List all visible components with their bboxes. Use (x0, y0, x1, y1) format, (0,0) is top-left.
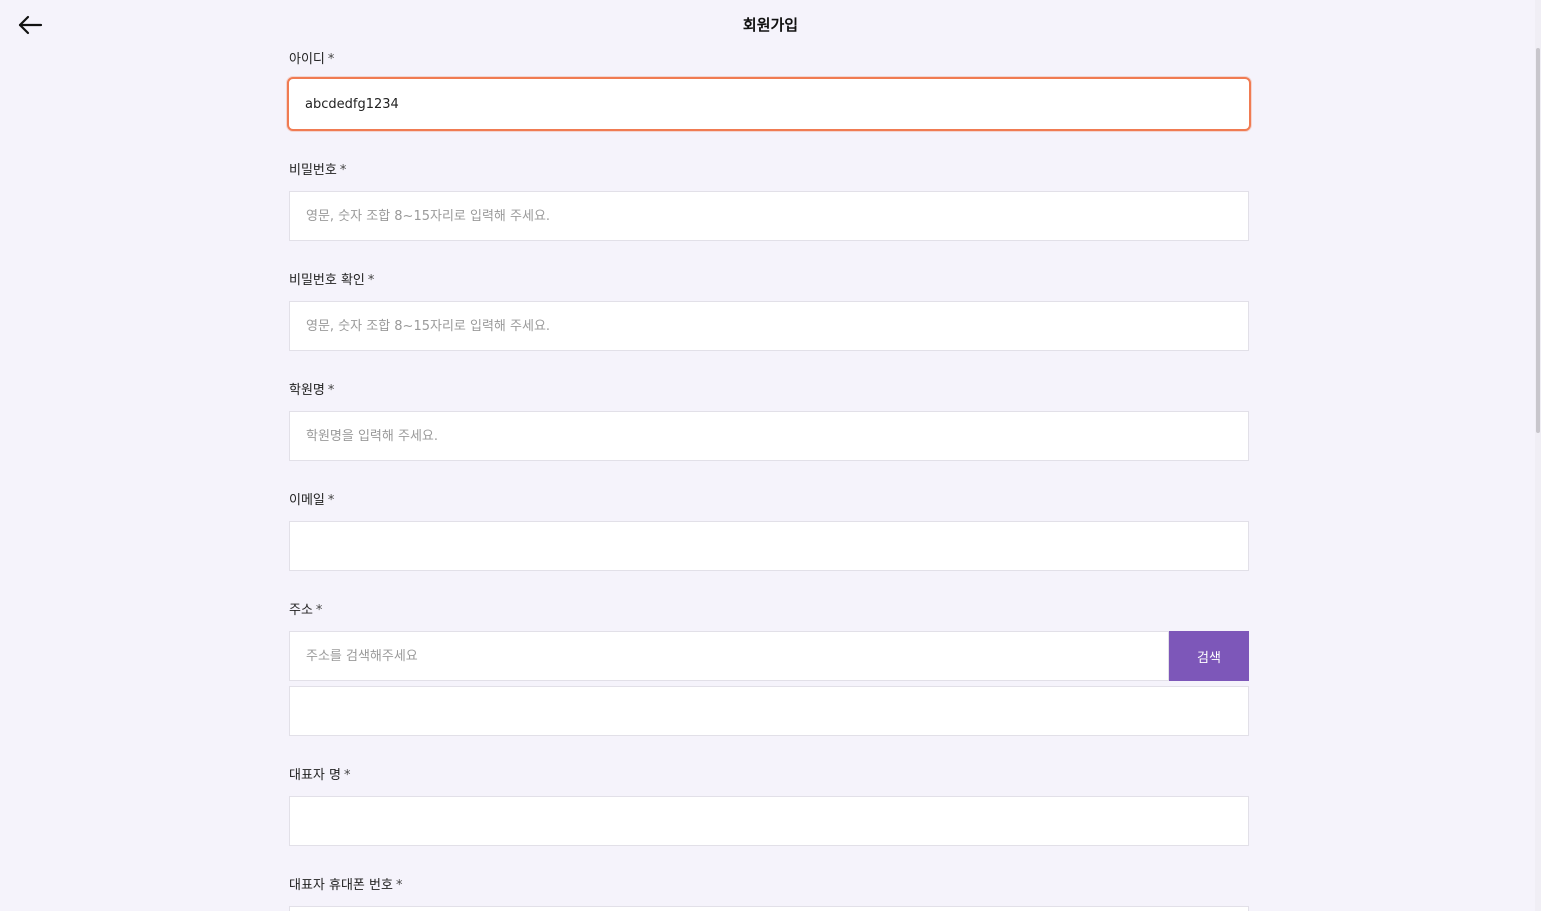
password-label-text: 비밀번호 (289, 163, 337, 178)
address-search-button[interactable]: 검색 (1169, 631, 1249, 681)
email-input[interactable] (289, 521, 1249, 571)
email-field: 이메일 * (289, 491, 1249, 571)
password-field: 비밀번호 * (289, 161, 1249, 241)
address-search-input[interactable] (289, 631, 1169, 681)
required-mark: * (327, 52, 335, 67)
required-mark: * (395, 878, 403, 893)
password-label: 비밀번호 * (289, 161, 1249, 181)
scrollbar-thumb[interactable] (1536, 48, 1540, 433)
user-id-input[interactable] (287, 77, 1251, 131)
password-input[interactable] (289, 191, 1249, 241)
user-id-label-text: 아이디 (289, 52, 325, 67)
address-label: 주소 * (289, 601, 1249, 621)
required-mark: * (367, 273, 375, 288)
password-confirm-label-text: 비밀번호 확인 (289, 273, 365, 288)
signup-form: 아이디* 비밀번호* 비밀번호 확인* 학원명* (287, 50, 1251, 911)
required-mark: * (315, 603, 323, 618)
password-confirm-input[interactable] (289, 301, 1249, 351)
representative-name-label: 대표자 명 * (289, 766, 1249, 786)
password-confirm-label: 비밀번호 확인 * (289, 271, 1249, 291)
email-label: 이메일 * (289, 491, 1249, 511)
representative-phone-field: 대표자 휴대폰 번호 * (289, 876, 1249, 911)
required-mark: * (327, 383, 335, 398)
academy-name-label: 학원명 * (289, 381, 1249, 401)
representative-name-field: 대표자 명 * (289, 766, 1249, 846)
password-confirm-field: 비밀번호 확인 * (289, 271, 1249, 351)
representative-phone-input[interactable] (289, 906, 1249, 911)
required-mark: * (343, 768, 351, 783)
academy-name-label-text: 학원명 (289, 383, 325, 398)
page-title: 회원가입 (742, 16, 799, 34)
address-label-text: 주소 (289, 603, 313, 618)
address-search-row: 검색 (289, 631, 1249, 681)
user-id-field: 아이디 * (287, 50, 1251, 131)
academy-name-input[interactable] (289, 411, 1249, 461)
user-id-label: 아이디 * (289, 50, 1249, 70)
required-mark: * (339, 163, 347, 178)
address-field: 주소* 검색 (289, 601, 1249, 736)
email-label-text: 이메일 (289, 493, 325, 508)
required-mark: * (327, 493, 335, 508)
signup-page: 회원가입 아이디* 비밀번호* 비밀번호 확인* 학원명* (0, 0, 1541, 911)
representative-phone-label-text: 대표자 휴대폰 번호 (289, 878, 393, 893)
representative-name-input[interactable] (289, 796, 1249, 846)
address-detail-input[interactable] (289, 686, 1249, 736)
scrollbar[interactable] (1535, 0, 1541, 911)
academy-name-field: 학원명 * (289, 381, 1249, 461)
representative-phone-label: 대표자 휴대폰 번호 * (289, 876, 1249, 896)
header: 회원가입 (0, 0, 1541, 50)
representative-name-label-text: 대표자 명 (289, 768, 341, 783)
